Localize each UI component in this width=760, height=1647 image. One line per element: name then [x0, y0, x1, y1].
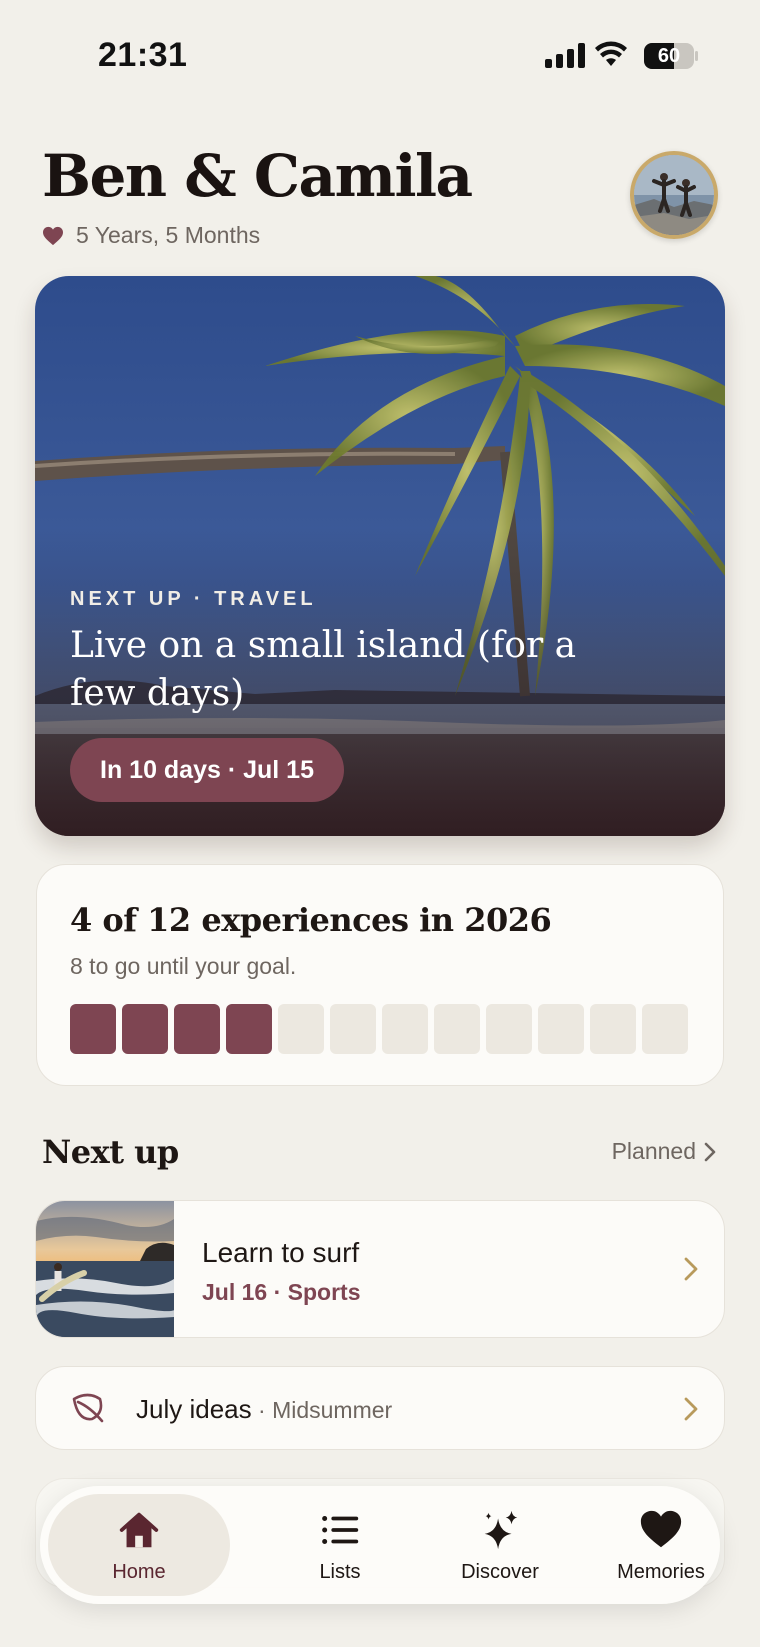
status-time: 21:31 [98, 36, 188, 74]
goal-block-remaining [278, 1004, 324, 1054]
hero-kicker: NEXT UP · TRAVEL [70, 588, 317, 610]
goal-block-remaining [382, 1004, 428, 1054]
planned-link[interactable]: Planned [612, 1138, 716, 1165]
hero-headline: Live on a small island (for a few days) [70, 625, 577, 714]
item-title: July ideas [136, 1394, 252, 1424]
duration-text: 5 Years, 5 Months [76, 222, 261, 248]
cellular-signal-icon [545, 42, 585, 68]
goal-block-remaining [434, 1004, 480, 1054]
sparkle-icon [484, 1510, 518, 1549]
status-bar: 21:31 60 [0, 0, 760, 110]
goal-block-completed [226, 1004, 272, 1054]
planned-link-label: Planned [611, 1138, 696, 1164]
heart-icon [43, 226, 63, 245]
heart-icon [640, 1510, 682, 1547]
home-icon [119, 1512, 159, 1547]
avatar[interactable] [630, 151, 718, 239]
goal-block-remaining [486, 1004, 532, 1054]
countdown-badge[interactable]: In 10 days · Jul 15 [70, 738, 344, 802]
relationship-duration: 5 Years, 5 Months [42, 222, 260, 249]
yearly-goal-card[interactable]: 4 of 12 experiences in 2026 8 to go unti… [36, 864, 724, 1086]
leaf-icon [72, 1393, 104, 1423]
tab-discover[interactable]: Discover [415, 1486, 585, 1604]
chevron-right-icon [704, 1142, 716, 1161]
item-meta: Jul 16 · Sports [202, 1279, 361, 1305]
tab-memories[interactable]: Memories [576, 1486, 746, 1604]
goal-block-remaining [642, 1004, 688, 1054]
goal-block-completed [70, 1004, 116, 1054]
wifi-icon [595, 41, 627, 66]
couple-photo [634, 155, 714, 235]
chevron-right-icon [684, 1257, 698, 1281]
tab-label: Lists [319, 1560, 361, 1583]
item-meta: Midsummer [272, 1397, 393, 1423]
list-icon [322, 1515, 359, 1544]
next-up-hero-card[interactable]: NEXT UP · TRAVEL Live on a small island … [35, 276, 725, 836]
tab-label: Discover [461, 1560, 539, 1583]
section-heading-next-up: Next up [42, 1133, 179, 1171]
item-title: Learn to surf [202, 1237, 360, 1268]
list-item[interactable]: July ideas · Midsummer [35, 1366, 725, 1450]
tab-label: Memories [617, 1560, 705, 1583]
item-title-row: July ideas · Midsummer [136, 1394, 393, 1424]
battery-icon: 60 [644, 43, 694, 69]
goal-block-remaining [330, 1004, 376, 1054]
list-item[interactable]: Learn to surf Jul 16 · Sports [35, 1200, 725, 1338]
goal-block-completed [174, 1004, 220, 1054]
goal-progress-blocks [70, 1004, 688, 1054]
goal-block-remaining [590, 1004, 636, 1054]
tab-home[interactable]: Home [48, 1494, 230, 1596]
page-title: Ben & Camila [42, 142, 473, 210]
tab-lists[interactable]: Lists [255, 1486, 425, 1604]
goal-subtitle: 8 to go until your goal. [70, 953, 297, 979]
goal-block-remaining [538, 1004, 584, 1054]
tab-bar: Home Lists Discover Memories [40, 1486, 720, 1604]
goal-title: 4 of 12 experiences in 2026 [70, 901, 552, 939]
battery-level: 60 [657, 45, 681, 67]
chevron-right-icon [684, 1397, 698, 1421]
surf-photo [36, 1201, 174, 1337]
goal-block-completed [122, 1004, 168, 1054]
tab-label: Home [112, 1560, 166, 1583]
